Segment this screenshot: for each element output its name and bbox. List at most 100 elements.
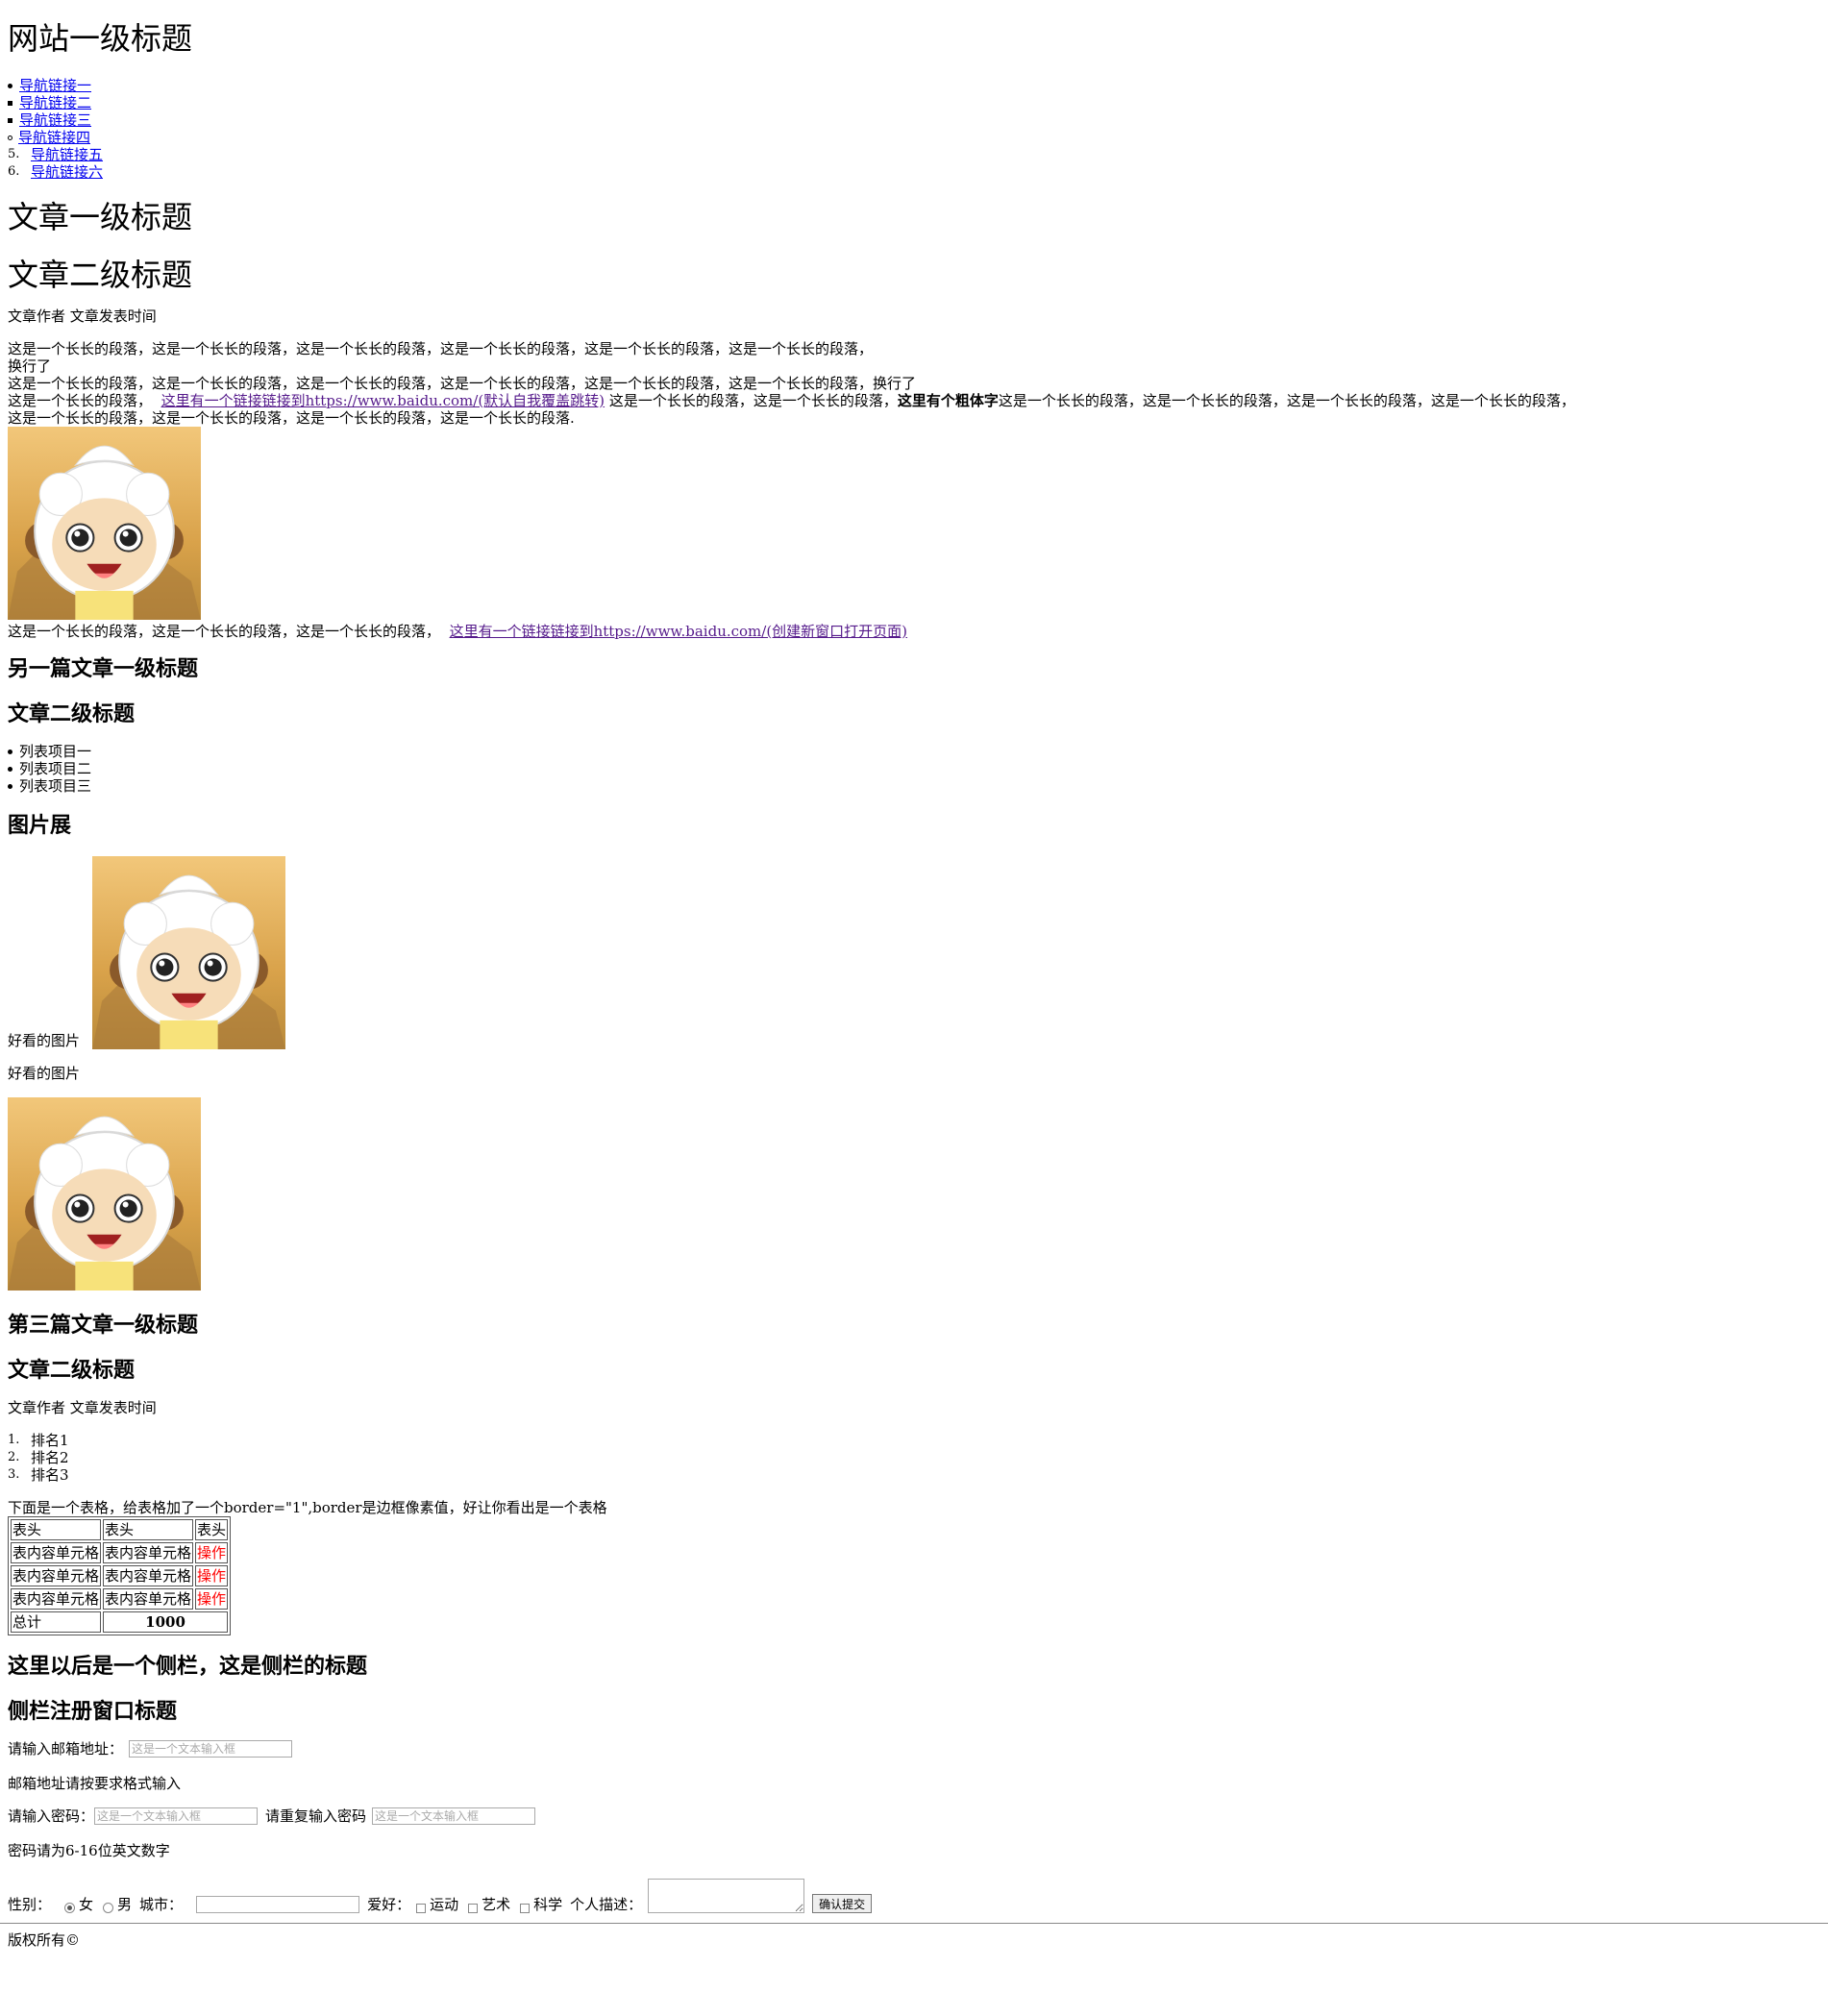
nav-link-6[interactable]: 导航链接六 xyxy=(31,163,103,181)
password-repeat-label: 请重复输入密码 xyxy=(265,1807,367,1825)
nav-item-4: 导航链接四 xyxy=(8,129,1820,146)
rank-number: 1. xyxy=(8,1433,20,1447)
email-hint: 邮箱地址请按要求格式输入 xyxy=(8,1775,182,1792)
article-2-title: 另一篇文章一级标题 xyxy=(8,656,199,681)
paragraph-text: 这是一个长长的段落，这是一个长长的段落， xyxy=(608,392,898,409)
gender-male-radio[interactable] xyxy=(103,1903,114,1913)
nav-item-1: 导航链接一 xyxy=(8,77,1820,94)
profile-row: 性别： 女 男 城市： 爱好： 运动 艺术 科学 个人描述： 确认提交 xyxy=(8,1879,1820,1913)
article-1-subtitle: 文章二级标题 xyxy=(8,257,193,293)
nav-link-2[interactable]: 导航链接二 xyxy=(19,94,91,111)
email-row: 请输入邮箱地址： xyxy=(8,1740,1820,1758)
table-operation-cell[interactable]: 操作 xyxy=(195,1542,229,1563)
nav-link-3[interactable]: 导航链接三 xyxy=(19,111,91,129)
nav-list: 导航链接一 导航链接二 导航链接三 导航链接四 5. 导航链接五 6. 导航链接六 xyxy=(8,77,1820,181)
footer-copyright: 版权所有© xyxy=(8,1931,81,1949)
hobby-science-checkbox[interactable] xyxy=(520,1904,531,1913)
hobby-label: 爱好： xyxy=(367,1896,411,1913)
sheep-image xyxy=(8,427,201,620)
table-operation-cell[interactable]: 操作 xyxy=(195,1588,229,1610)
nav-item-5: 5. 导航链接五 xyxy=(8,146,1820,163)
rank-list: 1. 排名1 2. 排名2 3. 排名3 xyxy=(8,1432,1820,1484)
disc-bullet-icon xyxy=(8,766,12,772)
list-item-text: 列表项目二 xyxy=(19,760,92,777)
city-label: 城市： xyxy=(139,1896,184,1913)
rank-number: 3. xyxy=(8,1467,20,1482)
paragraph-text: 这是一个长长的段落，这是一个长长的段落，这是一个长长的段落，这是一个长长的段落， xyxy=(998,392,1575,409)
nav-link-5[interactable]: 导航链接五 xyxy=(31,146,103,163)
article-3-meta: 文章作者 文章发表时间 xyxy=(8,1399,157,1416)
submit-button[interactable]: 确认提交 xyxy=(812,1894,873,1913)
table-total-row: 总计 1000 xyxy=(11,1611,229,1633)
site-title: 网站一级标题 xyxy=(8,20,193,57)
disc-bullet-icon xyxy=(8,783,12,789)
hobby-sport-checkbox[interactable] xyxy=(416,1904,427,1913)
list-item-text: 列表项目三 xyxy=(19,777,92,795)
table-header-cell: 表头 xyxy=(11,1519,102,1540)
rank-number: 2. xyxy=(8,1450,20,1464)
table-cell: 表内容单元格 xyxy=(11,1565,102,1586)
article-2: 另一篇文章一级标题 文章二级标题 列表项目一 列表项目二 列表项目三 图片展 好… xyxy=(8,655,1820,1291)
table-total-value: 1000 xyxy=(103,1611,229,1633)
hobby-science-label: 科学 xyxy=(533,1896,563,1913)
table-header-row: 表头 表头 表头 xyxy=(11,1519,229,1540)
article-3-title: 第三篇文章一级标题 xyxy=(8,1313,199,1338)
gender-female-radio[interactable] xyxy=(64,1903,76,1913)
bold-text: 这里有个粗体字 xyxy=(897,392,999,409)
article-1-meta: 文章作者 文章发表时间 xyxy=(8,307,157,325)
article-3-subtitle: 文章二级标题 xyxy=(8,1358,136,1383)
city-input[interactable] xyxy=(196,1896,360,1913)
table-total-label: 总计 xyxy=(11,1611,102,1633)
password-label: 请输入密码： xyxy=(8,1807,95,1825)
list-item-text: 列表项目一 xyxy=(19,743,92,760)
table-operation-cell[interactable]: 操作 xyxy=(195,1565,229,1586)
password-input[interactable] xyxy=(94,1807,259,1825)
description-textarea[interactable] xyxy=(648,1879,805,1913)
hobby-sport-label: 运动 xyxy=(430,1896,459,1913)
gender-label: 性别： xyxy=(8,1896,52,1913)
nav-item-6: 6. 导航链接六 xyxy=(8,163,1820,181)
article-2-list: 列表项目一 列表项目二 列表项目三 xyxy=(8,743,1820,795)
rank-item: 2. 排名2 xyxy=(8,1449,1820,1466)
baidu-link-new-window[interactable]: 这里有一个链接链接到https://www.baidu.com/(创建新窗口打开… xyxy=(450,623,907,640)
password-repeat-input[interactable] xyxy=(372,1807,536,1825)
nav-item-2: 导航链接二 xyxy=(8,94,1820,111)
table-row: 表内容单元格 表内容单元格 操作 xyxy=(11,1565,229,1586)
after-image-paragraph: 这是一个长长的段落，这是一个长长的段落，这是一个长长的段落， 这里有一个链接链接… xyxy=(8,623,1820,640)
description-label: 个人描述： xyxy=(570,1896,643,1913)
rank-text: 排名2 xyxy=(31,1449,69,1466)
paragraph-line: 换行了 xyxy=(8,357,52,375)
password-row: 请输入密码： 请重复输入密码 xyxy=(8,1807,1820,1825)
sheep-image xyxy=(8,1097,201,1291)
article-2-subtitle: 文章二级标题 xyxy=(8,701,136,726)
table-row: 表内容单元格 表内容单元格 操作 xyxy=(11,1542,229,1563)
paragraph-text: 这是一个长长的段落， xyxy=(8,392,153,409)
table-intro: 下面是一个表格，给表格加了一个border="1",border是边框像素值，好… xyxy=(8,1499,607,1516)
email-input[interactable] xyxy=(129,1740,293,1758)
sidebar: 这里以后是一个侧栏，这是侧栏的标题 侧栏注册窗口标题 请输入邮箱地址： 邮箱地址… xyxy=(8,1653,1820,1913)
gallery-figure-1: 好看的图片 xyxy=(8,856,1820,1049)
footer-separator-wrap xyxy=(0,1923,1828,1924)
nav-number: 5. xyxy=(8,147,20,161)
nav-link-4[interactable]: 导航链接四 xyxy=(18,129,90,146)
hobby-art-checkbox[interactable] xyxy=(468,1904,479,1913)
gallery-caption: 好看的图片 xyxy=(8,1065,81,1082)
table-row: 表内容单元格 表内容单元格 操作 xyxy=(11,1588,229,1610)
baidu-link-self[interactable]: 这里有一个链接链接到https://www.baidu.com/(默认自我覆盖跳… xyxy=(161,392,605,409)
table-cell: 表内容单元格 xyxy=(11,1588,102,1610)
table-header-cell: 表头 xyxy=(195,1519,229,1540)
rank-text: 排名3 xyxy=(31,1466,69,1484)
sheep-image xyxy=(92,856,285,1049)
nav-link-1[interactable]: 导航链接一 xyxy=(19,77,91,94)
table-cell: 表内容单元格 xyxy=(103,1565,194,1586)
rank-item: 3. 排名3 xyxy=(8,1466,1820,1484)
table-cell: 表内容单元格 xyxy=(103,1588,194,1610)
nav-item-3: 导航链接三 xyxy=(8,111,1820,129)
sidebar-title: 这里以后是一个侧栏，这是侧栏的标题 xyxy=(8,1654,368,1679)
footer-separator xyxy=(0,1923,1828,1924)
paragraph-line: 这是一个长长的段落，这是一个长长的段落，这是一个长长的段落，这是一个长长的段落，… xyxy=(8,340,874,357)
article-1-title: 文章一级标题 xyxy=(8,199,193,235)
gallery-title: 图片展 xyxy=(8,813,72,838)
square-bullet-icon xyxy=(8,100,12,106)
password-hint: 密码请为6-16位英文数字 xyxy=(8,1842,170,1859)
